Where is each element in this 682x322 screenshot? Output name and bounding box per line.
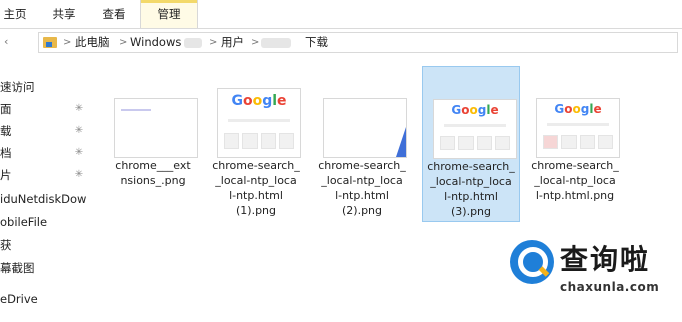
file-name: chrome___ext nsions_.png: [106, 158, 200, 188]
pin-icon: ✳: [74, 169, 84, 180]
file-item[interactable]: chrome-search_ _local-ntp_loca l-ntp.htm…: [313, 66, 411, 222]
thumbnail-content: [121, 109, 151, 111]
file-thumbnail: Google: [433, 99, 517, 159]
breadcrumb-separator[interactable]: >: [119, 33, 127, 52]
thumbnail-content: [396, 127, 406, 157]
google-logo-icon: Google: [554, 102, 602, 116]
file-name-line: _local-ntp_loca: [430, 175, 512, 188]
file-name: chrome-search_ _local-ntp_loca l-ntp.htm…: [528, 158, 622, 203]
tab-share[interactable]: 共享: [46, 0, 82, 28]
tiles-preview: [440, 136, 510, 150]
google-logo-icon: Google: [231, 93, 287, 109]
sidebar-item-obtain[interactable]: 获: [0, 234, 12, 256]
tiles-preview: [224, 133, 294, 149]
address-bar[interactable]: > 此电脑 > Windows > 用户 > 下载: [38, 32, 678, 53]
file-name-line: l-ntp.html.png: [535, 189, 615, 202]
file-name-line: l-ntp.html: [229, 189, 283, 202]
sidebar-item-onedrive[interactable]: eDrive: [0, 288, 38, 310]
file-thumbnail: [323, 98, 407, 158]
pin-icon: ✳: [74, 103, 84, 114]
navigation-pane: 速访问 面 ✳ 载 ✳ 档 ✳ 片 ✳ iduNetdiskDow obileF…: [0, 62, 92, 322]
file-name-line: chrome-search_: [212, 159, 300, 172]
file-name-line: (2).png: [341, 204, 382, 217]
watermark: 查询啦 chaxunla.com: [510, 238, 676, 304]
sidebar-item-pictures[interactable]: 片: [0, 164, 12, 186]
sidebar-item-baidu-netdisk[interactable]: iduNetdiskDow: [0, 188, 86, 210]
file-name-line: chrome___ext: [115, 159, 191, 172]
file-thumbnail: Google: [536, 98, 620, 158]
chevron-left-icon[interactable]: ‹: [4, 35, 18, 49]
breadcrumb-downloads[interactable]: 下载: [305, 33, 328, 52]
sidebar-item-screenshots[interactable]: 幕截图: [0, 257, 35, 279]
breadcrumb-users[interactable]: 用户: [221, 33, 244, 52]
file-name-line: chrome-search_: [318, 159, 406, 172]
redacted-region: [184, 38, 202, 48]
breadcrumb-separator[interactable]: >: [209, 33, 217, 52]
search-box-preview: [547, 123, 609, 126]
file-item[interactable]: Google chrome-search_ _local-ntp_loca l-…: [207, 66, 305, 222]
tab-view[interactable]: 查看: [96, 0, 132, 28]
file-name-line: nsions_.png: [120, 174, 186, 187]
breadcrumb-separator[interactable]: >: [251, 33, 259, 52]
watermark-title: 查询啦: [560, 243, 651, 276]
breadcrumb-windows[interactable]: Windows: [130, 33, 181, 52]
file-name-line: (1).png: [235, 204, 276, 217]
file-thumbnail: [114, 98, 198, 158]
search-logo-icon: [510, 240, 554, 284]
file-item[interactable]: Google chrome-search_ _local-ntp_loca l-…: [526, 66, 624, 222]
sidebar-item-quick-access[interactable]: 速访问: [0, 76, 35, 98]
breadcrumb-this-pc[interactable]: 此电脑: [75, 33, 110, 52]
tab-home[interactable]: 主页: [0, 0, 30, 28]
sidebar-item-downloads[interactable]: 载: [0, 120, 12, 142]
file-thumbnail: Google: [217, 88, 301, 158]
sidebar-item-desktop[interactable]: 面: [0, 98, 12, 120]
watermark-url: chaxunla.com: [560, 280, 660, 294]
file-name-line: chrome-search_: [427, 160, 515, 173]
file-name: chrome-search_ _local-ntp_loca l-ntp.htm…: [425, 159, 517, 219]
file-item[interactable]: chrome___ext nsions_.png: [104, 66, 202, 222]
address-row: ‹ > 此电脑 > Windows > 用户 > 下载: [0, 30, 682, 56]
file-name-line: l-ntp.html: [335, 189, 389, 202]
ribbon-tab-bar: 主页 共享 查看 管理: [0, 0, 682, 29]
file-name-line: _local-ntp_loca: [321, 174, 403, 187]
pin-icon: ✳: [74, 147, 84, 158]
file-name: chrome-search_ _local-ntp_loca l-ntp.htm…: [315, 158, 409, 218]
file-name-line: l-ntp.html: [444, 190, 498, 203]
file-name-line: _local-ntp_loca: [534, 174, 616, 187]
breadcrumb-separator[interactable]: >: [63, 33, 71, 52]
file-name: chrome-search_ _local-ntp_loca l-ntp.htm…: [209, 158, 303, 218]
file-item-selected[interactable]: Google chrome-search_ _local-ntp_loca l-…: [422, 66, 520, 222]
file-name-line: _local-ntp_loca: [215, 174, 297, 187]
redacted-region: [261, 38, 291, 48]
search-box-preview: [444, 124, 506, 127]
file-name-line: (3).png: [450, 205, 491, 218]
folder-icon: [43, 37, 57, 48]
tiles-preview: [543, 135, 613, 149]
pin-icon: ✳: [74, 125, 84, 136]
google-logo-icon: Google: [451, 103, 499, 117]
sidebar-item-mobile-file[interactable]: obileFile: [0, 211, 47, 233]
sidebar-item-documents[interactable]: 档: [0, 142, 12, 164]
tab-manage[interactable]: 管理: [140, 0, 198, 28]
search-box-preview: [228, 119, 290, 122]
file-name-line: chrome-search_: [531, 159, 619, 172]
